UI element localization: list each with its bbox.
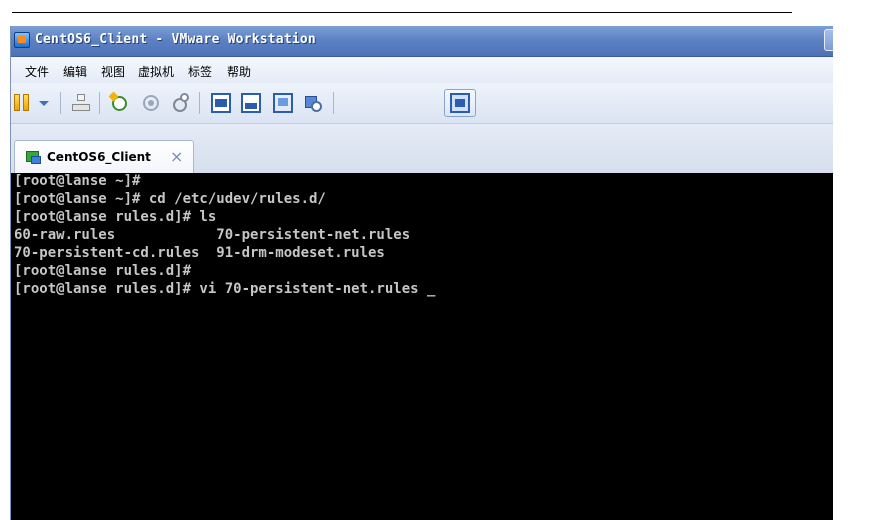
top-divider-line — [12, 12, 792, 13]
tab-strip: CentOS6_Client × — [11, 123, 833, 174]
fullscreen-icon[interactable] — [273, 93, 293, 113]
vmware-window: CentOS6_Client - VMware Workstation 文件 编… — [10, 26, 833, 520]
toolbar-separator — [333, 92, 334, 114]
snapshot-icon[interactable] — [110, 93, 130, 113]
network-icon[interactable] — [71, 93, 91, 113]
tab-centos6-client[interactable]: CentOS6_Client × — [14, 140, 194, 174]
menu-file[interactable]: 文件 — [25, 63, 49, 80]
dropdown-arrow-icon[interactable] — [35, 93, 55, 113]
console-prompt-line: [root@lanse rules.d]# vi 70-persistent-n… — [14, 281, 435, 298]
unity-icon[interactable] — [304, 93, 324, 113]
quick-switch-icon[interactable] — [241, 93, 261, 113]
title-bar[interactable]: CentOS6_Client - VMware Workstation — [11, 26, 833, 57]
toolbar-separator — [60, 92, 61, 114]
console-line: 60-raw.rules 70-persistent-net.rules — [14, 227, 411, 243]
pause-icon[interactable] — [13, 93, 33, 113]
window-control-button[interactable] — [824, 29, 833, 51]
manage-snapshots-icon[interactable] — [171, 93, 191, 113]
console-line: [root@lanse rules.d]# — [14, 263, 192, 279]
menu-help[interactable]: 帮助 — [227, 63, 251, 80]
window-title: CentOS6_Client - VMware Workstation — [35, 32, 316, 47]
console-line: 70-persistent-cd.rules 91-drm-modeset.ru… — [14, 245, 385, 261]
menu-tabs[interactable]: 标签 — [188, 63, 212, 80]
console-line: [root@lanse ~]# cd /etc/udev/rules.d/ — [14, 191, 326, 207]
tab-label: CentOS6_Client — [47, 150, 151, 164]
console-command: [root@lanse rules.d]# vi 70-persistent-n… — [14, 281, 428, 297]
toolbar-separator — [99, 92, 100, 114]
menu-vm[interactable]: 虚拟机 — [138, 63, 174, 80]
vmware-app-icon — [14, 32, 30, 48]
library-view-icon[interactable] — [450, 93, 470, 113]
toolbar-separator — [199, 92, 200, 114]
menu-view[interactable]: 视图 — [101, 63, 125, 80]
vm-console-screen[interactable]: [root@lanse ~]# [root@lanse ~]# cd /etc/… — [11, 173, 833, 520]
menu-bar: 文件 编辑 视图 虚拟机 标签 帮助 — [11, 57, 833, 83]
close-icon[interactable]: × — [170, 147, 183, 167]
revert-snapshot-icon[interactable] — [141, 93, 161, 113]
menu-edit[interactable]: 编辑 — [63, 63, 87, 80]
console-line: [root@lanse rules.d]# ls — [14, 209, 217, 225]
console-view-icon[interactable] — [211, 93, 231, 113]
console-cursor: _ — [427, 281, 436, 297]
console-line: [root@lanse ~]# — [14, 173, 141, 189]
toolbar — [11, 83, 833, 123]
vm-tab-icon — [26, 151, 42, 165]
